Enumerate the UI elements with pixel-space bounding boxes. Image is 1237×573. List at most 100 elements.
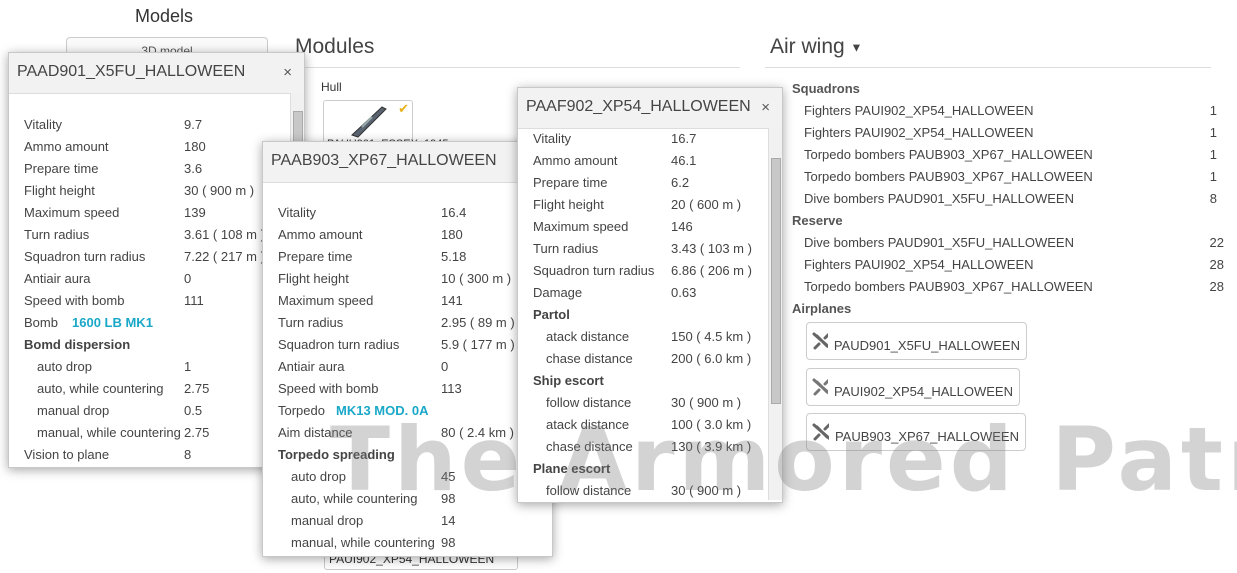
squadron-count: 1	[1209, 169, 1217, 184]
watermark: The Armored Patrol	[330, 408, 1237, 511]
airplane-icon	[812, 332, 828, 350]
ship-title-label: Ship escort	[533, 373, 604, 388]
stat-label: Antiair aura	[278, 359, 345, 374]
stat-label: Flight height	[24, 183, 95, 198]
stat-value: 7.22 ( 217 m )	[184, 249, 265, 264]
stat-value: 6.86 ( 206 m )	[671, 263, 752, 278]
reserve-count: 28	[1209, 279, 1224, 294]
stat-value: 20 ( 600 m )	[671, 197, 742, 212]
squadron-item-label: Torpedo bombers PAUB903_XP67_HALLOWEEN	[804, 147, 1093, 162]
popup-header: PAAD901_X5FU_HALLOWEEN ×	[9, 53, 304, 94]
torpedo-label: Torpedo	[278, 403, 325, 418]
reserve-count: 28	[1209, 257, 1224, 272]
stat-value: 0	[184, 271, 192, 286]
stat-label: Vitality	[533, 131, 572, 146]
ship-icon	[351, 106, 387, 138]
stat-value: 111	[184, 293, 204, 308]
close-icon[interactable]: ×	[761, 99, 770, 116]
airplane-button-dive-bomber[interactable]: PAUD901_X5FU_HALLOWEEN	[806, 322, 1027, 360]
stat-value: 16.4	[441, 205, 467, 220]
stat-value: 6.2	[671, 175, 690, 190]
popup-header: PAAF902_XP54_HALLOWEEN ×	[518, 88, 782, 129]
stat-label: Prepare time	[278, 249, 353, 264]
stat-value: 10 ( 300 m )	[441, 271, 512, 286]
partol-value: 150 ( 4.5 km )	[671, 329, 752, 344]
partol-label: atack distance	[546, 329, 630, 344]
stat-label: Speed with bomb	[278, 381, 379, 396]
stat-label: Speed with bomb	[24, 293, 125, 308]
stat-value: 139	[184, 205, 206, 220]
modules-divider	[295, 67, 740, 68]
stat-label: Prepare time	[24, 161, 99, 176]
reserve-count: 22	[1209, 235, 1224, 250]
stat-value: 9.7	[184, 117, 203, 132]
stat-value: 30 ( 900 m )	[184, 183, 255, 198]
dispersion-label: manual, while countering	[37, 425, 181, 440]
airplane-button-fighter[interactable]: PAUI902_XP54_HALLOWEEN	[806, 368, 1020, 406]
stat-value: 46.1	[671, 153, 697, 168]
squadron-count: 1	[1209, 103, 1217, 118]
vision-value: 8	[184, 447, 192, 462]
squadron-item-label: Fighters PAUI902_XP54_HALLOWEEN	[804, 125, 1034, 140]
air-wing-dropdown[interactable]: Air wing ▼	[770, 35, 862, 59]
bomb-label: Bomb	[24, 315, 58, 330]
stat-value: 3.43 ( 103 m )	[671, 241, 752, 256]
squadron-count: 8	[1209, 191, 1217, 206]
reserve-item-label: Dive bombers PAUD901_X5FU_HALLOWEEN	[804, 235, 1074, 250]
spreading-label: manual, while countering	[291, 535, 435, 550]
reserve-title: Reserve	[792, 213, 843, 228]
popup-title: PAAD901_X5FU_HALLOWEEN	[17, 63, 246, 80]
stat-label: Squadron turn radius	[533, 263, 655, 278]
popup-title: PAAF902_XP54_HALLOWEEN	[526, 98, 751, 115]
squadron-count: 1	[1209, 147, 1217, 162]
close-icon[interactable]: ×	[283, 64, 292, 81]
airplanes-title: Airplanes	[792, 301, 852, 316]
stat-label: Maximum speed	[24, 205, 120, 220]
reserve-item-label: Torpedo bombers PAUB903_XP67_HALLOWEEN	[804, 279, 1093, 294]
scrollbar-thumb[interactable]	[771, 158, 781, 404]
stat-value: 3.6	[184, 161, 203, 176]
stat-label: Vitality	[24, 117, 63, 132]
stat-label: Turn radius	[533, 241, 599, 256]
modules-heading: Modules	[295, 35, 375, 58]
stat-label: Flight height	[278, 271, 349, 286]
partol-value: 200 ( 6.0 km )	[671, 351, 752, 366]
dispersion-label: auto drop	[37, 359, 92, 374]
spreading-value: 14	[441, 513, 456, 528]
stat-label: Maximum speed	[533, 219, 629, 234]
dispersion-label: manual drop	[37, 403, 110, 418]
dispersion-label: auto, while countering	[37, 381, 164, 396]
dispersion-title-label: Bomd dispersion	[24, 337, 131, 352]
stat-label: Ammo amount	[533, 153, 618, 168]
squadron-item-label: Dive bombers PAUD901_X5FU_HALLOWEEN	[804, 191, 1074, 206]
dispersion-value: 0.5	[184, 403, 203, 418]
caret-down-icon: ▼	[850, 40, 863, 55]
popup-dive-bomber: PAAD901_X5FU_HALLOWEEN × Vitality 9.7 Ammo…	[8, 52, 305, 468]
airplane-icon	[812, 378, 829, 396]
models-heading: Models	[135, 6, 194, 26]
vision-label: Vision to plane	[24, 447, 110, 462]
air-wing-divider	[765, 67, 1211, 68]
stat-value: 16.7	[671, 131, 697, 146]
squadron-item-label: Fighters PAUI902_XP54_HALLOWEEN	[804, 103, 1034, 118]
stat-value: 146	[671, 219, 693, 234]
bomb-link[interactable]: 1600 LB MK1	[72, 315, 153, 330]
stat-label: Ammo amount	[278, 227, 363, 242]
stat-label: Flight height	[533, 197, 604, 212]
stat-label: Squadron turn radius	[24, 249, 146, 264]
stat-value: 0.63	[671, 285, 697, 300]
squadrons-title: Squadrons	[792, 81, 860, 96]
squadron-item-label: Torpedo bombers PAUB903_XP67_HALLOWEEN	[804, 169, 1093, 184]
popup-header: PAAB903_XP67_HALLOWEEN	[263, 142, 552, 183]
airplane-name: PAUD901_X5FU_HALLOWEEN	[833, 337, 1020, 353]
stat-value: 180	[184, 139, 206, 154]
stat-value: 141	[441, 293, 463, 308]
dispersion-value: 2.75	[184, 381, 210, 396]
stat-label: Vitality	[278, 205, 317, 220]
hull-label: Hull	[321, 80, 342, 94]
stat-label: Turn radius	[278, 315, 344, 330]
air-wing-heading: Air wing	[770, 35, 845, 58]
stat-value: 0	[441, 359, 449, 374]
stat-value: 180	[441, 227, 463, 242]
stat-value: 113	[441, 381, 462, 396]
